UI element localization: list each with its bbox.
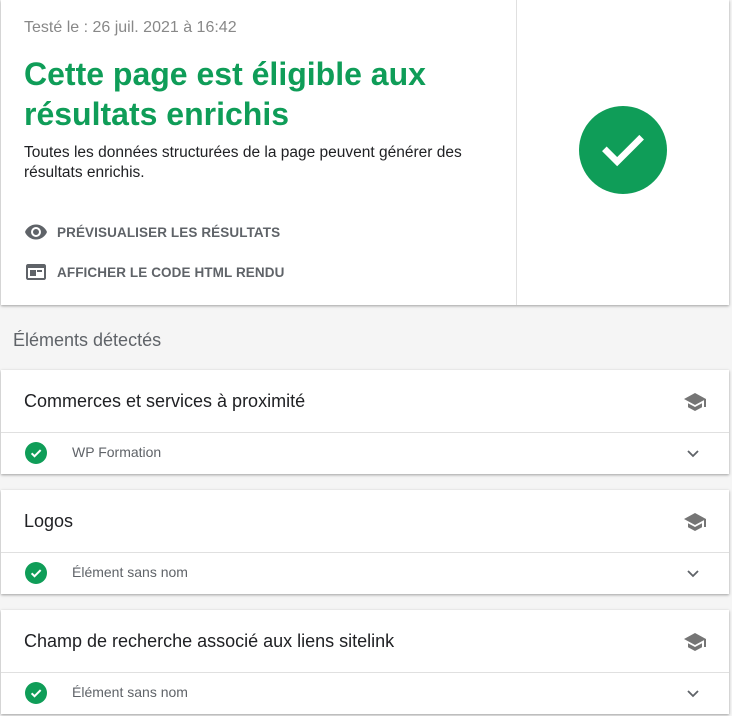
chevron-down-icon[interactable] [681,561,705,585]
detected-items-heading: Éléments détectés [13,330,162,350]
verdict-title: Cette page est éligible aux résultats en… [24,56,426,132]
vertical-divider [516,0,517,305]
graduation-cap-icon[interactable] [683,510,707,534]
summary-text-panel: Testé le : 26 juil. 2021 à 16:42 Cette p… [1,0,516,305]
graduation-cap-icon[interactable] [683,630,707,654]
item-row-label: WP Formation [72,444,162,460]
chevron-down-icon[interactable] [681,681,705,705]
item-row-toggle[interactable]: WP Formation [1,433,729,474]
preview-results-button[interactable]: PRÉVISUALISER LES RÉSULTATS [24,220,280,244]
item-row-label: Élément sans nom [72,564,188,580]
item-header: Logos [1,490,729,553]
preview-results-label: PRÉVISUALISER LES RÉSULTATS [57,224,281,240]
item-row-toggle[interactable]: Élément sans nom [1,553,729,594]
view-rendered-html-button[interactable]: AFFICHER LE CODE HTML RENDU [24,260,284,284]
item-row-label: Élément sans nom [72,684,188,700]
tested-date: Testé le : 26 juil. 2021 à 16:42 [24,19,237,36]
eye-icon [24,220,48,244]
verdict-description: Toutes les données structurées de la pag… [24,144,462,181]
item-title: Commerces et services à proximité [24,391,306,411]
web-page-icon [24,260,48,284]
item-header: Commerces et services à proximité [1,370,729,433]
valid-check-icon [25,682,47,704]
detected-item-card: Commerces et services à proximité WP For… [1,370,729,474]
item-row-toggle[interactable]: Élément sans nom [1,673,729,714]
item-title: Champ de recherche associé aux liens sit… [24,631,395,651]
check-circle-icon [579,106,667,194]
detected-item-card: Logos Élément sans nom [1,490,729,594]
result-summary-card: Testé le : 26 juil. 2021 à 16:42 Cette p… [1,0,729,305]
view-rendered-html-label: AFFICHER LE CODE HTML RENDU [57,264,285,280]
valid-check-icon [25,562,47,584]
graduation-cap-icon[interactable] [683,390,707,414]
valid-check-icon [25,442,47,464]
detected-item-card: Champ de recherche associé aux liens sit… [1,610,729,714]
item-header: Champ de recherche associé aux liens sit… [1,610,729,673]
chevron-down-icon[interactable] [681,441,705,465]
item-title: Logos [24,511,74,531]
